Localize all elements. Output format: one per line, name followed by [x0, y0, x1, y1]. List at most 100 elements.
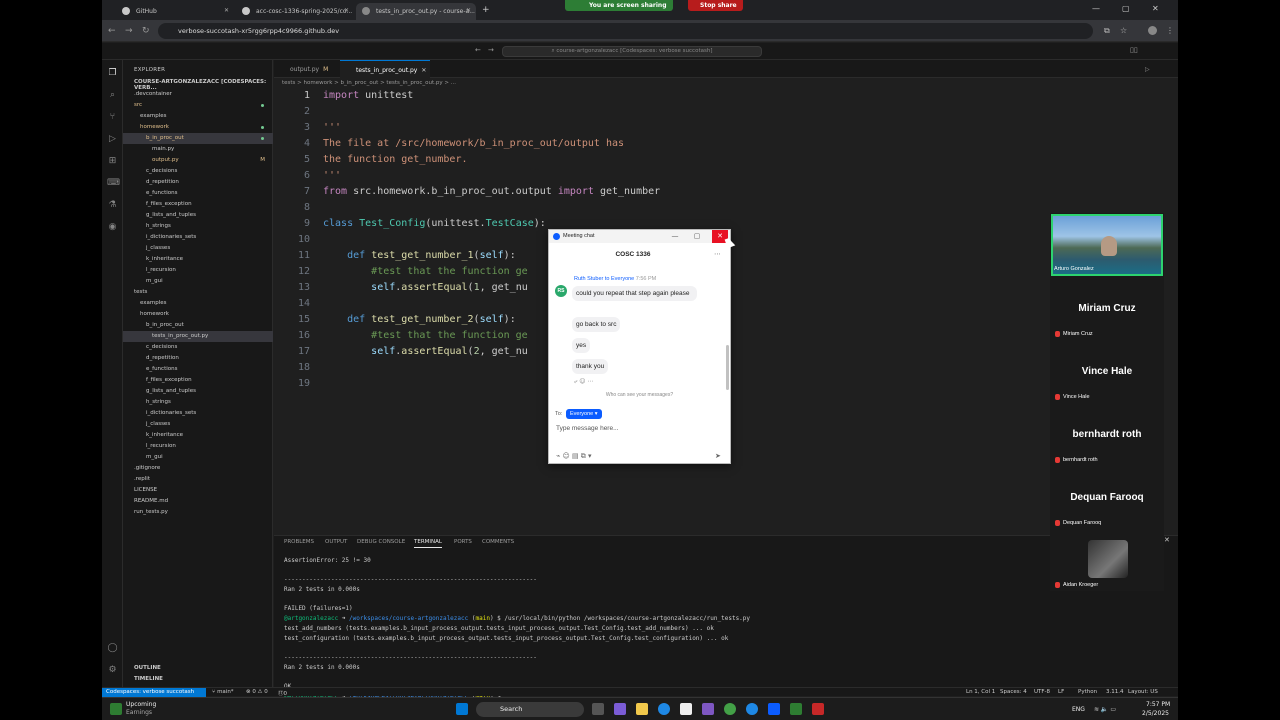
close-icon[interactable]: ✕ [224, 7, 229, 14]
outline-section[interactable]: OUTLINE [134, 665, 161, 671]
tree-item[interactable]: h_strings [123, 397, 273, 408]
close-icon[interactable]: ✕ [421, 67, 426, 74]
tree-item[interactable]: k_inheritance [123, 430, 273, 441]
self-video[interactable]: Arturo Gonzalez [1051, 214, 1163, 276]
participant-tile[interactable]: Vince Hale Vince Hale [1051, 342, 1163, 404]
send-icon[interactable]: ➤ [715, 452, 721, 460]
tree-item[interactable]: j_classes [123, 419, 273, 430]
panel-tab[interactable]: DEBUG CONSOLE [357, 539, 405, 545]
tree-item[interactable]: h_strings [123, 221, 273, 232]
editor-tab-tests[interactable]: tests_in_proc_out.py ✕ [340, 60, 430, 78]
panel-tab[interactable]: PORTS [454, 539, 472, 545]
copilot-icon[interactable] [614, 703, 626, 715]
minimize-icon[interactable]: — [668, 230, 682, 243]
participant-tile[interactable]: Aidan Kroeger [1051, 531, 1163, 591]
indentation[interactable]: Spaces: 4 [1000, 689, 1027, 695]
browser-tab-codespace[interactable]: tests_in_proc_out.py - course-a... ✕ [356, 3, 476, 20]
tree-item[interactable]: d_repetition [123, 353, 273, 364]
chrome-icon[interactable] [724, 703, 736, 715]
bookmark-icon[interactable]: ☆ [1120, 26, 1127, 35]
reaction-icons[interactable]: ⤶ ☺ ⋯ [574, 378, 593, 386]
tree-item[interactable]: e_functions [123, 188, 273, 199]
tree-item[interactable]: .replit [123, 474, 273, 485]
tree-item[interactable]: examples [123, 298, 273, 309]
tree-item[interactable]: tests_in_proc_out.py [123, 331, 273, 342]
more-icon[interactable]: ⋯ [714, 250, 721, 258]
testing-icon[interactable]: ⚗ [107, 200, 118, 211]
app-icon[interactable] [790, 703, 802, 715]
browser-tab-repo[interactable]: acc-cosc-1336-spring-2025/co... ✕ [236, 3, 354, 20]
keyboard-layout[interactable]: Layout: US [1128, 689, 1158, 695]
file-explorer-icon[interactable] [636, 703, 648, 715]
chat-input[interactable]: Type message here... [556, 425, 619, 432]
tree-item[interactable]: m_gui [123, 276, 273, 287]
panel-tab[interactable]: TERMINAL [414, 539, 442, 548]
tree-item[interactable]: g_lists_and_tuples [123, 210, 273, 221]
terminal-output[interactable]: AssertionError: 25 != 30 ---------------… [284, 557, 1164, 702]
onenote-icon[interactable] [702, 703, 714, 715]
participant-tile[interactable]: Dequan Farooq Dequan Farooq [1051, 468, 1163, 530]
code-line[interactable]: 1 import unittest [274, 90, 1178, 106]
code-line[interactable]: 8 [274, 202, 1178, 218]
branch-indicator[interactable]: ⑂ main* [212, 689, 234, 695]
problems-indicator[interactable]: ⊗ 0 ⚠ 0 [246, 689, 268, 695]
tree-item[interactable]: main.py [123, 144, 273, 155]
tree-item[interactable]: f_files_exception [123, 199, 273, 210]
panel-tab[interactable]: COMMENTS [482, 539, 514, 545]
tree-item[interactable]: g_lists_and_tuples [123, 386, 273, 397]
tree-item[interactable]: k_inheritance [123, 254, 273, 265]
reload-icon[interactable]: ↻ [142, 26, 150, 36]
breadcrumb[interactable]: tests > homework > b_in_proc_out > tests… [282, 80, 456, 86]
ports-indicator[interactable]: ⑰0 [278, 689, 287, 697]
command-center[interactable]: ⌕ course-artgonzalezacc [Codespaces: ver… [502, 46, 762, 57]
widget-title[interactable]: Upcoming [126, 701, 156, 708]
chat-scrollbar[interactable] [726, 345, 729, 390]
menu-icon[interactable]: ⋮ [1166, 26, 1174, 35]
chat-toolbar[interactable]: ⌁ ☺ ▤ ⧉ ▾ [556, 452, 592, 461]
minimize-icon[interactable]: — [1092, 4, 1100, 13]
browser-icon[interactable] [746, 703, 758, 715]
code-line[interactable]: 5 the function get_number. [274, 154, 1178, 170]
zoom-app-icon[interactable] [768, 703, 780, 715]
tree-item[interactable]: i_dictionaries_sets [123, 408, 273, 419]
nav-forward-icon[interactable]: → [488, 46, 494, 54]
tree-item[interactable]: b_in_proc_out [123, 133, 273, 144]
code-line[interactable]: 3 ''' [274, 122, 1178, 138]
close-icon[interactable]: ✕ [1164, 536, 1170, 544]
maximize-icon[interactable]: ▢ [690, 230, 704, 243]
participant-tile[interactable]: Miriam Cruz Miriam Cruz [1051, 279, 1163, 341]
tree-item[interactable]: i_dictionaries_sets [123, 232, 273, 243]
visibility-link[interactable]: Who can see your messages? [549, 392, 730, 398]
tree-item[interactable]: b_in_proc_out [123, 320, 273, 331]
network-volume-icons[interactable]: ≋ 🔈 ▭ [1094, 706, 1116, 713]
taskbar-search[interactable]: Search [476, 702, 584, 717]
install-icon[interactable]: ⧉ [1104, 26, 1110, 36]
back-icon[interactable]: ← [108, 26, 116, 36]
forward-icon[interactable]: → [125, 26, 133, 36]
timeline-section[interactable]: TIMELINE [134, 676, 163, 682]
explorer-icon[interactable]: ❐ [107, 68, 118, 79]
windows-start-icon[interactable] [456, 703, 468, 715]
browser-tab-github[interactable]: GitHub ✕ [116, 3, 234, 20]
maximize-icon[interactable]: ▢ [1122, 4, 1130, 13]
tree-item[interactable]: .gitignore [123, 463, 273, 474]
tree-item[interactable]: examples [123, 111, 273, 122]
code-line[interactable]: 6 ''' [274, 170, 1178, 186]
remote-indicator[interactable]: Codespaces: verbose succotash [102, 688, 206, 697]
panel-tab[interactable]: OUTPUT [325, 539, 347, 545]
close-window-icon[interactable]: ✕ [1152, 4, 1159, 13]
account-icon[interactable]: ◯ [107, 643, 118, 654]
editor-tab-output[interactable]: output.py M [274, 60, 340, 78]
nav-back-icon[interactable]: ← [475, 46, 481, 54]
task-view-icon[interactable] [592, 703, 604, 715]
participant-tile[interactable]: bernhardt roth bernhardt roth [1051, 405, 1163, 467]
run-icon[interactable]: ▷ [1129, 60, 1158, 78]
tree-item[interactable]: c_decisions [123, 342, 273, 353]
tree-item[interactable]: .devcontainer [123, 89, 273, 100]
cursor-position[interactable]: Ln 1, Col 1 [966, 689, 995, 695]
extensions-icon[interactable]: ⊞ [107, 156, 118, 167]
tree-item[interactable]: output.py M [123, 155, 273, 166]
code-line[interactable]: 4 The file at /src/homework/b_in_proc_out… [274, 138, 1178, 154]
code-line[interactable]: 7 from src.homework.b_in_proc_out.output … [274, 186, 1178, 202]
tree-item[interactable]: homework [123, 122, 273, 133]
